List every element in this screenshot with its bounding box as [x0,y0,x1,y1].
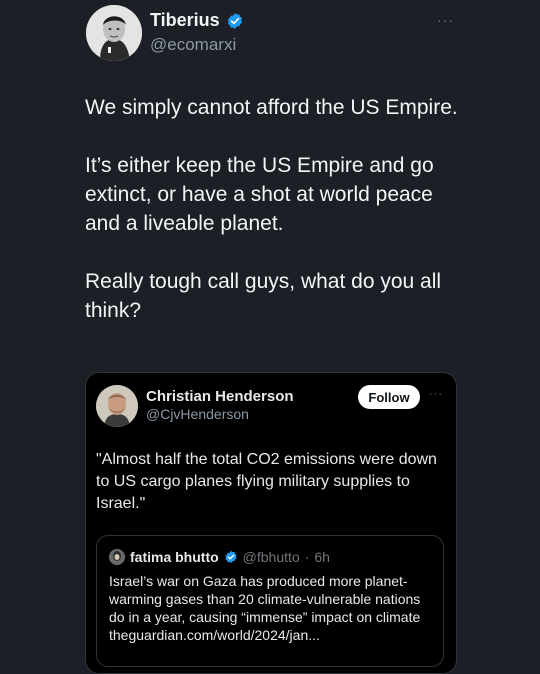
tweet-text: We simply cannot afford the US Empire. I… [85,93,465,354]
tweet-paragraph: It’s either keep the US Empire and go ex… [85,154,434,235]
quote-text: "Almost half the total CO2 emissions wer… [96,451,437,512]
tweet-paragraph: Really tough call guys, what do you all … [85,270,442,322]
nested-quote-header: fatima bhutto @fbhutto · 6h [109,549,330,565]
quote-author-name[interactable]: Christian Henderson [146,388,294,405]
nested-quoted-tweet[interactable]: fatima bhutto @fbhutto · 6h Israel’s war… [96,535,444,667]
verified-badge-icon [227,12,242,29]
nested-quote-author-handle[interactable]: @fbhutto [243,549,300,565]
more-options-icon[interactable]: ··· [437,12,454,28]
follow-button[interactable]: Follow [358,385,420,409]
quote-author-handle[interactable]: @CjvHenderson [146,406,249,422]
nested-quote-author-name[interactable]: fatima bhutto [130,549,219,565]
tweet-paragraph: We simply cannot afford the US Empire. [85,96,458,119]
nested-quote-time[interactable]: 6h [314,549,330,565]
quote-author-avatar[interactable] [96,385,138,427]
author-name[interactable]: Tiberius [150,10,220,31]
quoted-tweet-card[interactable]: Christian Henderson @CjvHenderson Follow… [85,372,457,674]
nested-quote-text: Israel’s war on Gaza has produced more p… [109,573,421,643]
verified-badge-icon [225,550,237,564]
quote-more-options-icon[interactable]: ··· [429,388,443,400]
author-handle[interactable]: @ecomarxi [150,35,236,55]
nested-quote-avatar[interactable] [109,549,125,565]
author-name-row: Tiberius [150,10,244,31]
nested-quote-separator: · [304,549,310,565]
author-avatar[interactable] [86,5,142,61]
